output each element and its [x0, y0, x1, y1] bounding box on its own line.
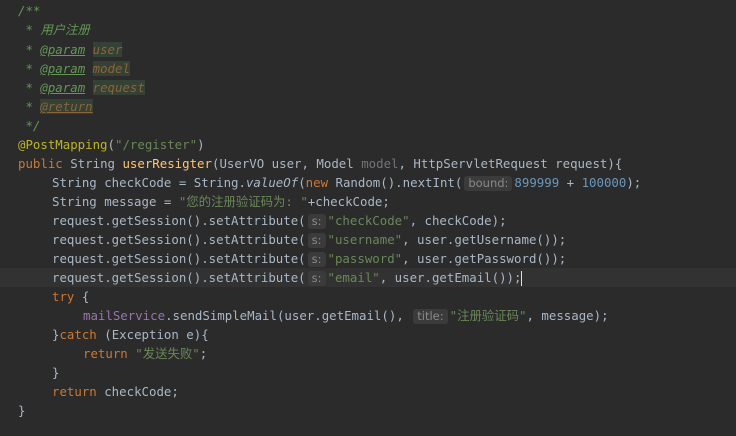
- doc-tag-param: @param: [40, 42, 86, 57]
- annotation: @PostMapping: [18, 137, 108, 152]
- code-line-9[interactable]: public String userResigter(UserVO user, …: [0, 154, 736, 173]
- code-line-11[interactable]: String message = "您的注册验证码为: "+checkCode;: [0, 192, 736, 211]
- doc-param-name: user: [92, 42, 123, 57]
- number-literal: 899999: [514, 175, 560, 190]
- doc-tag-return: @return: [40, 99, 93, 114]
- parameter-hint: s:: [307, 252, 326, 267]
- number-literal: 100000: [581, 175, 627, 190]
- code-line-18[interactable]: }catch (Exception e){: [0, 325, 736, 344]
- parameter-hint: s:: [307, 214, 326, 229]
- parameter-hint: s:: [307, 271, 326, 286]
- code-line-6[interactable]: * @return: [0, 97, 736, 116]
- code-line-22[interactable]: }: [0, 401, 736, 420]
- string-literal: "/register": [115, 137, 198, 152]
- code-line-8[interactable]: @PostMapping("/register"): [0, 135, 736, 154]
- code-line-10[interactable]: String checkCode = String.valueOf(new Ra…: [0, 173, 736, 192]
- string-literal: "您的注册验证码为: ": [178, 194, 308, 209]
- code-line-20[interactable]: }: [0, 363, 736, 382]
- method-name: userResigter: [122, 156, 212, 171]
- keyword: public: [18, 156, 63, 171]
- code-line-19[interactable]: return "发送失败";: [0, 344, 736, 363]
- doc-tag-param: @param: [40, 61, 86, 76]
- doc-comment-open: /**: [18, 3, 41, 18]
- code-line-7[interactable]: */: [0, 116, 736, 135]
- static-method: valueOf: [245, 175, 299, 190]
- text-caret: [521, 271, 523, 286]
- code-line-3[interactable]: * @param user: [0, 40, 736, 59]
- string-literal: "发送失败": [135, 346, 200, 361]
- keyword: try: [52, 289, 75, 304]
- parameter-hint: s:: [307, 233, 326, 248]
- code-line-16[interactable]: try {: [0, 287, 736, 306]
- doc-tag-param: @param: [40, 80, 86, 95]
- string-literal: "password": [327, 251, 403, 266]
- keyword: return: [83, 346, 128, 361]
- code-line-17[interactable]: mailService.sendSimpleMail(user.getEmail…: [0, 306, 736, 325]
- parameter-hint: bound:: [464, 176, 513, 191]
- code-line-12[interactable]: request.getSession().setAttribute(s: "che…: [0, 211, 736, 230]
- unused-parameter: model: [361, 156, 399, 171]
- keyword: return: [52, 384, 97, 399]
- doc-param-name: request: [92, 80, 145, 95]
- code-line-15-current[interactable]: request.getSession().setAttribute(s: "ema…: [0, 268, 736, 287]
- doc-comment-close: */: [18, 118, 41, 133]
- doc-param-name: model: [92, 61, 130, 76]
- code-editor[interactable]: /** * 用户注册 * @param user * @param model …: [0, 0, 736, 436]
- string-literal: "注册验证码": [449, 308, 527, 323]
- parameter-hint: title:: [413, 309, 448, 324]
- doc-description: 用户注册: [40, 22, 90, 37]
- code-line-2[interactable]: * 用户注册: [0, 20, 736, 39]
- code-line-13[interactable]: request.getSession().setAttribute(s: "use…: [0, 230, 736, 249]
- keyword: catch: [59, 327, 97, 342]
- string-literal: "checkCode": [327, 213, 410, 228]
- field-reference: mailService: [83, 308, 166, 323]
- code-line-14[interactable]: request.getSession().setAttribute(s: "pas…: [0, 249, 736, 268]
- code-line-21[interactable]: return checkCode;: [0, 382, 736, 401]
- code-line-5[interactable]: * @param request: [0, 78, 736, 97]
- string-literal: "username": [327, 232, 403, 247]
- string-literal: "email": [327, 270, 380, 285]
- code-line-1[interactable]: /**: [0, 1, 736, 20]
- keyword: new: [305, 175, 329, 190]
- code-line-4[interactable]: * @param model: [0, 59, 736, 78]
